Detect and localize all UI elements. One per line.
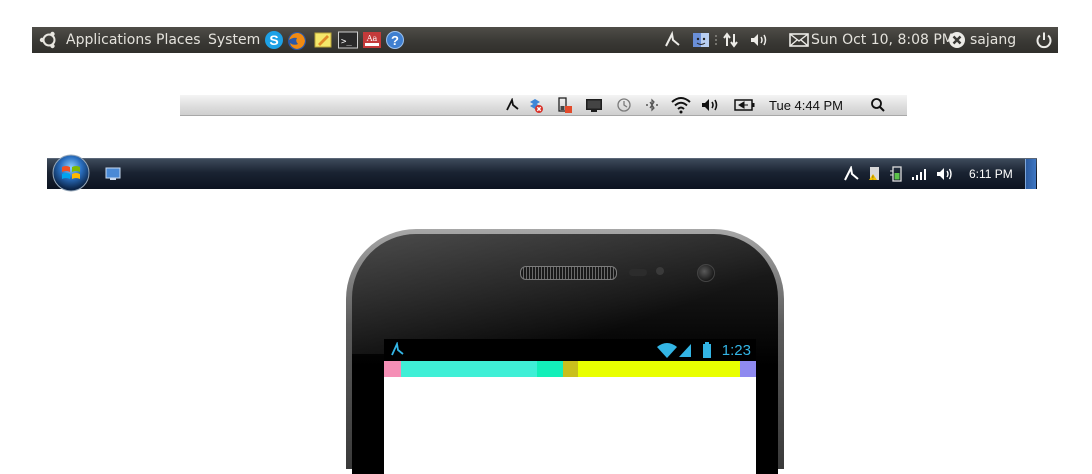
proximity-sensor xyxy=(656,267,664,275)
front-camera xyxy=(697,264,715,282)
menu-places[interactable]: Places xyxy=(156,27,201,53)
phone-screen-content xyxy=(384,377,756,474)
battery-icon[interactable] xyxy=(734,95,756,115)
color-segment xyxy=(578,361,740,377)
color-segment xyxy=(537,361,563,377)
mail-icon[interactable] xyxy=(789,27,809,53)
phone-device: 1:23 xyxy=(346,229,784,474)
windows-logo-icon xyxy=(52,154,90,192)
security-icon[interactable]: ! xyxy=(867,159,883,189)
svg-text:Aa: Aa xyxy=(366,34,378,43)
volume-icon[interactable] xyxy=(749,27,769,53)
separator-grip xyxy=(714,27,718,53)
display-icon[interactable] xyxy=(585,95,603,115)
app-indicator-icon[interactable] xyxy=(505,95,519,115)
app-indicator-icon[interactable] xyxy=(390,342,404,358)
phone-clock-label: 1:23 xyxy=(721,341,751,359)
firefox-icon[interactable] xyxy=(287,31,306,50)
skype-icon[interactable]: S xyxy=(265,31,283,49)
menu-applications[interactable]: Applications xyxy=(66,27,152,53)
ubuntu-logo-icon[interactable] xyxy=(38,27,60,53)
color-segment xyxy=(563,361,578,377)
terminal-icon[interactable]: >_ xyxy=(338,31,358,49)
phone-front-panel: 1:23 xyxy=(352,234,778,474)
earpiece-speaker xyxy=(520,266,617,280)
text-editor-icon[interactable] xyxy=(314,31,332,49)
app-indicator-icon[interactable] xyxy=(843,159,859,189)
volume-icon[interactable] xyxy=(935,159,953,189)
windows-taskbar: ! 6:11 PM xyxy=(47,154,1037,192)
help-icon[interactable]: ? xyxy=(386,31,404,49)
glass-reflection xyxy=(352,234,778,354)
battery-plug-icon[interactable] xyxy=(889,159,905,189)
user-status-icon[interactable] xyxy=(948,27,966,53)
network-arrows-icon[interactable] xyxy=(722,27,740,53)
sync-error-icon[interactable] xyxy=(527,95,545,115)
power-icon[interactable] xyxy=(1035,27,1053,53)
mac-menu-bar: Tue 4:44 PM xyxy=(180,95,907,116)
svg-text:S: S xyxy=(269,32,278,48)
svg-text:>_: >_ xyxy=(341,37,352,47)
wifi-icon[interactable] xyxy=(670,95,692,115)
color-segment xyxy=(740,361,756,377)
dictionary-icon[interactable]: Aa xyxy=(363,31,381,49)
clock-label[interactable]: Sun Oct 10, 8:08 PM xyxy=(811,27,954,53)
bluetooth-icon[interactable] xyxy=(644,95,660,115)
battery-icon xyxy=(702,342,712,358)
color-segment-bar xyxy=(384,361,756,377)
show-desktop-button[interactable] xyxy=(1025,159,1036,189)
wifi-icon xyxy=(656,342,678,358)
ubuntu-top-panel: Applications Places System S >_ Aa ? Sun… xyxy=(32,27,1058,53)
time-machine-icon[interactable] xyxy=(616,95,632,115)
battery-warning-icon[interactable] xyxy=(557,95,573,115)
clock-label[interactable]: 6:11 PM xyxy=(969,159,1013,189)
signal-icon xyxy=(678,342,692,358)
color-segment xyxy=(384,361,401,377)
clock-label[interactable]: Tue 4:44 PM xyxy=(769,95,843,115)
volume-icon[interactable] xyxy=(700,95,720,115)
light-sensor xyxy=(629,269,647,276)
signal-bars-icon[interactable] xyxy=(911,159,929,189)
svg-text:?: ? xyxy=(391,33,399,48)
finder-icon[interactable] xyxy=(692,27,710,53)
svg-text:!: ! xyxy=(872,176,873,182)
show-desktop-icon[interactable] xyxy=(105,159,121,189)
user-name-label[interactable]: sajang xyxy=(970,27,1016,53)
app-indicator-icon[interactable] xyxy=(664,27,680,53)
phone-status-bar: 1:23 xyxy=(384,339,756,361)
spotlight-icon[interactable] xyxy=(870,95,886,115)
menu-system[interactable]: System xyxy=(208,27,260,53)
color-segment xyxy=(401,361,537,377)
start-button[interactable] xyxy=(51,151,91,195)
